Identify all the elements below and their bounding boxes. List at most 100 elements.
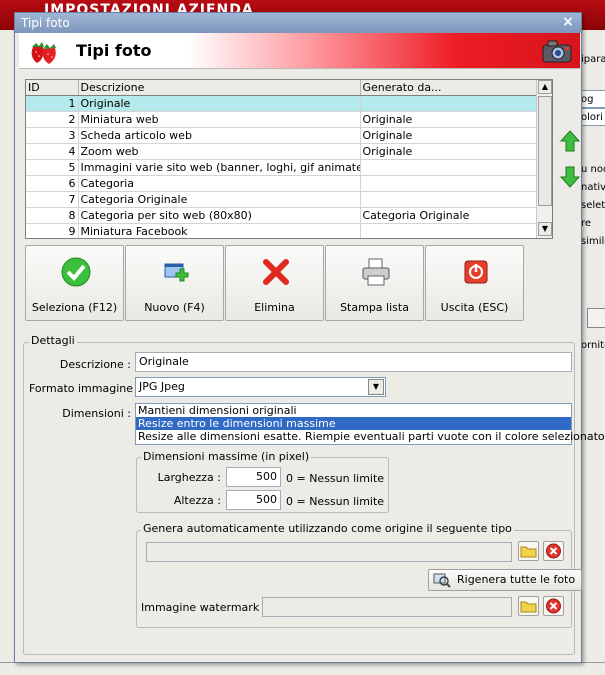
cell-generato[interactable] [360,95,537,112]
scroll-up-arrow-icon[interactable]: ▲ [538,80,552,94]
table-row[interactable]: 2 Miniatura web Originale [26,111,537,128]
genera-origine-field[interactable] [146,542,512,562]
altezza-hint: 0 = Nessun limite [286,495,385,508]
cell-descrizione[interactable]: Originale [78,95,361,112]
cell-id[interactable]: 9 [26,223,79,238]
cell-generato[interactable]: Categoria Originale [360,207,537,224]
seleziona-button[interactable]: Seleziona (F12) [25,245,124,321]
altezza-label: Altezza : [173,494,221,507]
nuovo-button[interactable]: Nuovo (F4) [125,245,224,321]
table-row[interactable]: 9 Miniatura Facebook [26,223,537,238]
genera-group-label: Genera automaticamente utilizzando come … [141,522,514,535]
cell-id[interactable]: 6 [26,175,79,192]
dettagli-group-label: Dettagli [29,334,77,347]
background-fragment: nativo [581,182,605,193]
background-folder-button [587,308,605,328]
cell-descrizione[interactable]: Miniatura Facebook [78,223,361,238]
genera-browse-button[interactable] [518,541,539,561]
cell-id[interactable]: 7 [26,191,79,208]
table-row[interactable]: 3 Scheda articolo web Originale [26,127,537,144]
genera-clear-button[interactable] [543,541,564,561]
dimensioni-label: Dimensioni : [62,407,131,420]
cell-generato[interactable] [360,223,537,238]
cell-id[interactable]: 4 [26,143,79,160]
table-row[interactable]: 8 Categoria per sito web (80x80) Categoria… [26,207,537,224]
cell-generato[interactable] [360,159,537,176]
uscita-button[interactable]: Uscita (ESC) [425,245,524,321]
cell-generato[interactable]: Originale [360,127,537,144]
folder-icon [520,601,537,613]
table-row[interactable]: 6 Categoria [26,175,537,192]
grid-vertical-scrollbar[interactable]: ▲ ▼ [536,80,552,238]
formato-immagine-label: Formato immagine : [29,382,141,395]
close-icon[interactable]: × [561,14,575,30]
background-fragment: re [581,218,592,229]
dimensioni-massime-label: Dimensioni massime (in pixel) [141,450,312,463]
elimina-label: Elimina [254,301,295,314]
dimensioni-option[interactable]: Resize alle dimensioni esatte. Riempie e… [136,430,605,443]
move-up-arrow-icon[interactable] [559,129,581,153]
dimensioni-option[interactable]: Resize entro le dimensioni massime [136,417,571,430]
cell-id[interactable]: 1 [26,95,79,112]
scroll-down-arrow-icon[interactable]: ▼ [538,222,552,236]
table-row[interactable]: 1 Originale [26,95,537,112]
header-title: Tipi foto [76,41,152,60]
cell-descrizione[interactable]: Categoria per sito web (80x80) [78,207,361,224]
watermark-browse-button[interactable] [518,596,539,616]
tipi-foto-grid[interactable]: ID Descrizione Generato da... 1 Originale… [25,79,553,239]
background-right-panel: ipara og olori u nod nativo selet re sim… [578,30,605,675]
dimensioni-listbox[interactable]: Mantieni dimensioni originali Resize entr… [135,403,605,445]
cell-descrizione[interactable]: Zoom web [78,143,361,160]
table-row[interactable]: 5 Immagini varie sito web (banner, loghi,… [26,159,537,176]
cell-generato[interactable]: Originale [360,143,537,160]
watermark-field[interactable] [262,597,512,617]
background-fragment: simile [581,236,605,247]
elimina-button[interactable]: Elimina [225,245,324,321]
column-header-id[interactable]: ID [26,80,79,96]
cell-id[interactable]: 2 [26,111,79,128]
column-header-descrizione[interactable]: Descrizione [78,80,361,96]
watermark-clear-button[interactable] [543,596,564,616]
move-down-arrow-icon[interactable] [559,165,581,189]
chevron-down-icon[interactable]: ▼ [368,379,384,395]
reorder-buttons [559,127,581,193]
rigenera-button[interactable]: Rigenera tutte le foto [428,569,583,591]
cell-descrizione[interactable]: Miniatura web [78,111,361,128]
descrizione-label: Descrizione : [59,358,131,371]
cell-generato[interactable] [360,175,537,192]
strawberry-icon [31,42,56,64]
table-row[interactable]: 4 Zoom web Originale [26,143,537,160]
descrizione-field[interactable]: Originale [135,352,572,372]
background-fragment: olori [581,112,603,123]
header-banner: Tipi foto [19,33,580,69]
stampa-lista-button[interactable]: Stampa lista [325,245,424,321]
cell-descrizione[interactable]: Categoria [78,175,361,192]
dialog-titlebar[interactable]: Tipi foto × [15,13,581,33]
column-header-generato-da[interactable]: Generato da... [360,80,537,96]
regenerate-search-icon [433,573,451,588]
scroll-thumb[interactable] [538,96,552,206]
dialog-title: Tipi foto [21,16,70,30]
cell-descrizione[interactable]: Scheda articolo web [78,127,361,144]
background-fragment: ipara [581,54,605,65]
power-exit-icon [464,260,488,284]
larghezza-label: Larghezza : [157,471,221,484]
cell-id[interactable]: 8 [26,207,79,224]
cell-descrizione[interactable]: Categoria Originale [78,191,361,208]
cell-generato[interactable] [360,191,537,208]
larghezza-hint: 0 = Nessun limite [286,472,385,485]
printer-icon [362,258,390,286]
cell-descrizione[interactable]: Immagini varie sito web (banner, loghi, … [78,159,361,176]
table-row[interactable]: 7 Categoria Originale [26,191,537,208]
dimensioni-option[interactable]: Mantieni dimensioni originali [136,404,571,417]
background-fragment: ornito [581,340,605,351]
background-bottom-bar [0,662,605,675]
altezza-input[interactable]: 500 [226,490,281,510]
cell-id[interactable]: 5 [26,159,79,176]
formato-immagine-select[interactable]: JPG Jpeg ▼ [135,377,386,397]
larghezza-input[interactable]: 500 [226,467,281,487]
cell-id[interactable]: 3 [26,127,79,144]
delete-x-icon [263,259,289,285]
background-fragment: u nod [581,164,605,175]
cell-generato[interactable]: Originale [360,111,537,128]
